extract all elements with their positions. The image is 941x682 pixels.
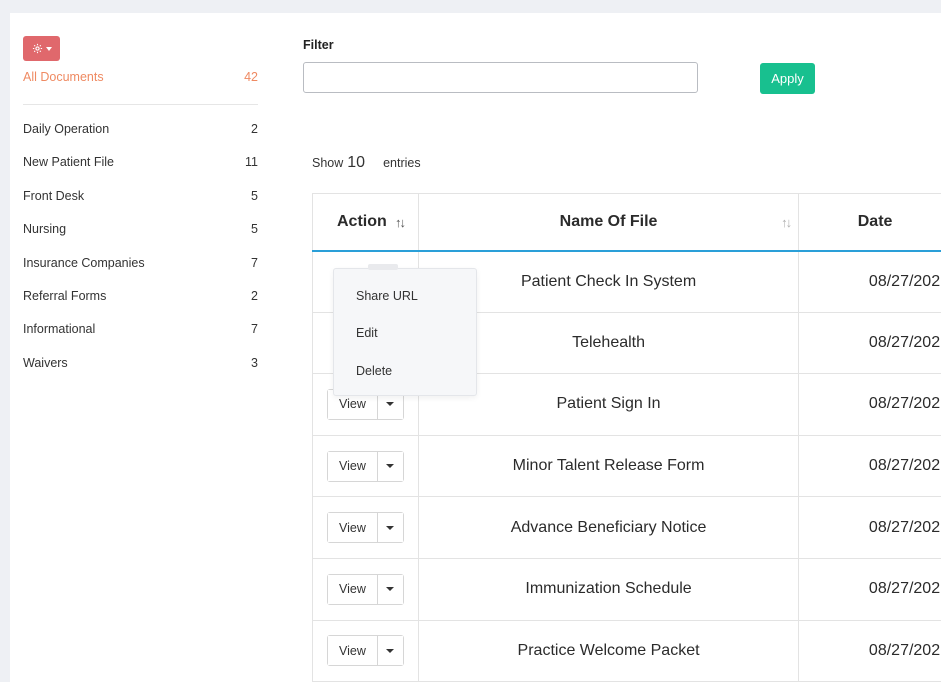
sidebar-item-referral-forms[interactable]: Referral Forms 2 [23,289,258,322]
column-header-action[interactable]: Action ↑↓ [312,193,419,252]
chevron-down-icon [386,402,395,407]
menu-item-edit[interactable]: Edit [356,326,378,340]
date-cell: 08/27/2021 [798,250,941,313]
view-button[interactable]: View [327,451,378,481]
action-cell: View [312,619,419,682]
sidebar-item-label: All Documents [23,70,104,84]
chevron-down-icon [45,46,52,51]
chevron-down-icon [386,648,395,653]
documents-table: Action ↑↓ Name Of File ↑↓ Date Patient C… [312,193,941,682]
action-cell: View [312,557,419,621]
sidebar-item-label: Waivers [23,355,68,370]
menu-item-delete[interactable]: Delete [356,364,392,378]
sidebar-item-count: 5 [251,188,258,203]
sidebar-item-nursing[interactable]: Nursing 5 [23,222,258,255]
table-row: View Immunization Schedule 08/27/2021 [312,557,941,621]
sidebar-item-label: Informational [23,322,96,337]
view-button[interactable]: View [327,636,378,666]
filter-input[interactable] [303,62,698,93]
action-dropdown-toggle[interactable] [377,574,403,604]
sidebar-item-count: 7 [251,255,258,270]
column-header-label: Name Of File [559,212,658,230]
chevron-down-icon [386,525,395,530]
sidebar-item-label: Daily Operation [23,122,110,136]
sidebar-item-label: Referral Forms [23,288,107,303]
sidebar-item-insurance-companies[interactable]: Insurance Companies 7 [23,256,258,289]
column-header-label: Date [857,212,893,230]
settings-dropdown-button[interactable] [23,36,60,61]
sidebar-item-daily-operation[interactable]: Daily Operation 2 [23,122,258,155]
sidebar-item-count: 42 [244,70,258,84]
action-dropdown-toggle[interactable] [377,636,403,666]
chevron-down-icon [386,464,395,469]
show-label: Show [312,156,344,170]
sidebar-item-label: Front Desk [23,188,85,203]
view-split-button: View [326,512,404,544]
dropdown-toggle-edge [368,264,398,270]
main-panel: All Documents 42 Daily Operation 2 New P… [10,13,941,682]
file-name-cell[interactable]: Minor Talent Release Form [417,434,800,498]
table-row: View Minor Talent Release Form 08/27/202… [312,434,941,498]
sidebar-item-all-documents[interactable]: All Documents 42 [23,70,258,84]
filter-label: Filter [303,38,334,52]
date-cell: 08/27/2021 [798,496,941,559]
file-name-cell[interactable]: Immunization Schedule [417,557,800,621]
action-dropdown-toggle[interactable] [377,513,403,543]
date-cell: 08/27/2021 [798,311,941,375]
file-name-cell[interactable]: Practice Welcome Packet [417,619,800,682]
sidebar-item-count: 2 [251,288,258,303]
action-dropdown-menu: Share URL Edit Delete [333,264,477,396]
table-row: View Advance Beneficiary Notice 08/27/20… [312,496,941,559]
file-name-cell[interactable]: Advance Beneficiary Notice [417,496,800,559]
date-cell: 08/27/2021 [798,619,941,682]
sidebar-divider [23,104,258,105]
sidebar-item-count: 2 [251,122,258,136]
sidebar-item-informational[interactable]: Informational 7 [23,322,258,355]
table-row: View Practice Welcome Packet 08/27/2021 [312,619,941,682]
sidebar-item-count: 11 [245,155,258,170]
view-split-button: View [326,635,404,667]
column-header-name[interactable]: Name Of File ↑↓ [417,193,800,252]
table-header-row: Action ↑↓ Name Of File ↑↓ Date [312,193,941,252]
sidebar-item-new-patient-file[interactable]: New Patient File 11 [23,155,258,188]
sort-icon: ↑↓ [781,215,792,230]
sidebar-item-label: Nursing [23,222,67,237]
sidebar-item-label: New Patient File [23,155,115,170]
sidebar-item-count: 7 [251,322,258,337]
entries-label: entries [383,156,421,170]
apply-button[interactable]: Apply [760,63,815,94]
chevron-down-icon [386,587,395,592]
view-button[interactable]: View [327,574,378,604]
sidebar-item-count: 3 [251,355,258,370]
gear-icon [32,43,42,54]
entries-selector: Show 10 entries [312,154,421,172]
sidebar-item-count: 5 [251,222,258,237]
view-button[interactable]: View [327,513,378,543]
action-cell: View [312,434,419,498]
view-split-button: View [326,573,404,605]
action-cell: View [312,496,419,559]
date-cell: 08/27/2021 [798,557,941,621]
column-header-date[interactable]: Date [798,193,941,252]
sidebar-item-front-desk[interactable]: Front Desk 5 [23,189,258,222]
action-dropdown-toggle[interactable] [377,451,403,481]
sort-icon: ↑↓ [395,215,406,230]
menu-item-share-url[interactable]: Share URL [356,289,418,303]
entries-count-select[interactable]: 10 [347,154,365,172]
date-cell: 08/27/2021 [798,434,941,498]
sidebar-item-label: Insurance Companies [23,255,145,270]
column-header-label: Action [337,213,387,230]
sidebar-category-list: Daily Operation 2 New Patient File 11 Fr… [23,122,258,389]
date-cell: 08/27/2021 [798,373,941,436]
sidebar-item-waivers[interactable]: Waivers 3 [23,356,258,389]
view-split-button: View [326,450,404,482]
